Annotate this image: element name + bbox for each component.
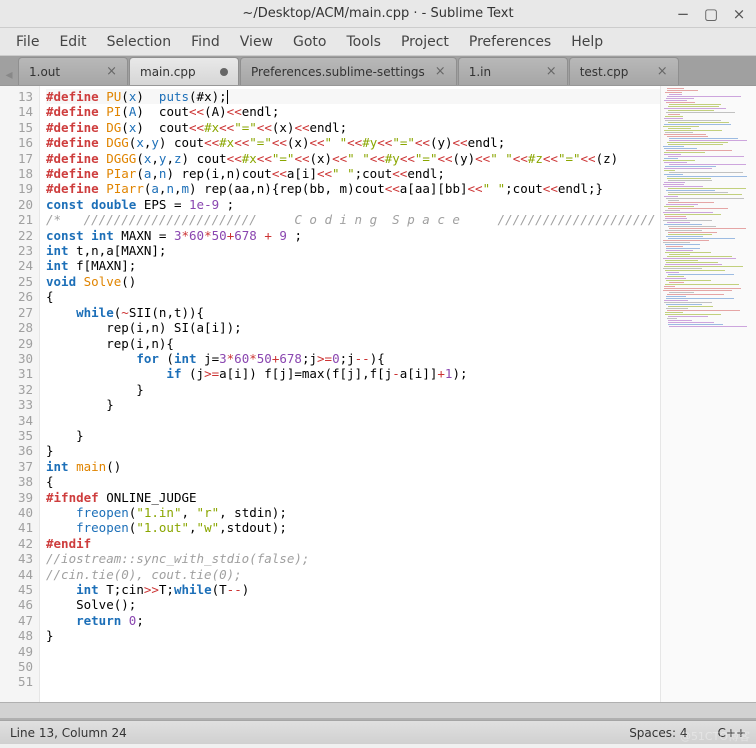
tab-label: 1.in (469, 65, 491, 79)
tab-label: test.cpp (580, 65, 629, 79)
code-line[interactable]: } (46, 397, 660, 412)
code-line[interactable]: } (46, 443, 660, 458)
tab-main-cpp[interactable]: main.cpp (129, 57, 239, 85)
code-line[interactable]: #ifndef ONLINE_JUDGE (46, 490, 660, 505)
code-line[interactable]: /* /////////////////////// C o d i n g S… (46, 212, 660, 227)
code-line[interactable]: for (int j=3*60*50+678;j>=0;j--){ (46, 351, 660, 366)
code-line[interactable]: int t,n,a[MAXN]; (46, 243, 660, 258)
statusbar: Line 13, Column 24 Spaces: 4 C++ @51CTO博… (0, 720, 756, 744)
editor: 1314151617181920212223242526272829303132… (0, 86, 756, 702)
menubar: FileEditSelectionFindViewGotoToolsProjec… (0, 28, 756, 56)
menu-item-goto[interactable]: Goto (285, 31, 334, 53)
tabbar: ◂ 1.out × main.cpp Preferences.sublime-sett… (0, 56, 756, 86)
code-line[interactable]: //cin.tie(0), cout.tie(0); (46, 567, 660, 582)
code-line[interactable]: { (46, 289, 660, 304)
code-line[interactable]: } (46, 382, 660, 397)
code-line[interactable] (46, 659, 660, 674)
menu-item-preferences[interactable]: Preferences (461, 31, 559, 53)
minimize-button[interactable]: − (676, 7, 690, 21)
close-tab-icon[interactable]: × (546, 64, 557, 79)
titlebar: ~/Desktop/ACM/main.cpp · - Sublime Text … (0, 0, 756, 28)
code-line[interactable]: rep(i,n){ (46, 336, 660, 351)
horizontal-scrollbar[interactable] (0, 702, 756, 718)
menu-item-tools[interactable]: Tools (338, 31, 389, 53)
code-line[interactable]: #define PU(x) puts(#x); (46, 89, 660, 104)
maximize-button[interactable]: ▢ (704, 7, 718, 21)
tab-label: 1.out (29, 65, 60, 79)
code-line[interactable] (46, 413, 660, 428)
code-line[interactable]: //iostream::sync_with_stdio(false); (46, 551, 660, 566)
code-line[interactable]: void Solve() (46, 274, 660, 289)
code-line[interactable] (46, 644, 660, 659)
code-line[interactable]: const int MAXN = 3*60*50+678 + 9 ; (46, 228, 660, 243)
code-area[interactable]: #define PU(x) puts(#x);#define PI(A) cou… (40, 86, 660, 702)
code-line[interactable]: const double EPS = 1e-9 ; (46, 197, 660, 212)
tab-test-cpp[interactable]: test.cpp × (569, 57, 679, 85)
code-line[interactable]: } (46, 628, 660, 643)
code-line[interactable]: Solve(); (46, 597, 660, 612)
window-title: ~/Desktop/ACM/main.cpp · - Sublime Text (0, 6, 756, 21)
tab-label: Preferences.sublime-settings (251, 65, 425, 79)
code-line[interactable] (46, 674, 660, 689)
code-line[interactable]: #define PIarr(a,n,m) rep(aa,n){rep(bb, m… (46, 181, 660, 196)
menu-item-help[interactable]: Help (563, 31, 611, 53)
code-line[interactable]: while(~SII(n,t)){ (46, 305, 660, 320)
code-line[interactable]: #define DGG(x,y) cout<<#x<<"="<<(x)<<" "… (46, 135, 660, 150)
dirty-indicator-icon (220, 68, 228, 76)
code-line[interactable]: freopen("1.out","w",stdout); (46, 520, 660, 535)
tab-1-out[interactable]: 1.out × (18, 57, 128, 85)
code-line[interactable]: if (j>=a[i]) f[j]=max(f[j],f[j-a[i]]+1); (46, 366, 660, 381)
menu-item-project[interactable]: Project (393, 31, 457, 53)
watermark: @51CTO博客 (680, 728, 750, 744)
tab-label: main.cpp (140, 65, 196, 79)
close-tab-icon[interactable]: × (106, 64, 117, 79)
status-indent[interactable]: Spaces: 4 (629, 726, 687, 740)
minimap[interactable] (660, 86, 756, 702)
code-line[interactable]: return 0; (46, 613, 660, 628)
code-line[interactable]: #define DG(x) cout<<#x<<"="<<(x)<<endl; (46, 120, 660, 135)
code-line[interactable]: int main() (46, 459, 660, 474)
close-tab-icon[interactable]: × (435, 64, 446, 79)
close-tab-icon[interactable]: × (657, 64, 668, 79)
code-line[interactable]: #define DGGG(x,y,z) cout<<#x<<"="<<(x)<<… (46, 151, 660, 166)
menu-item-find[interactable]: Find (183, 31, 228, 53)
status-position: Line 13, Column 24 (10, 726, 127, 740)
code-line[interactable]: #define PI(A) cout<<(A)<<endl; (46, 104, 660, 119)
tab-back-icon[interactable]: ◂ (0, 65, 18, 85)
window-controls: − ▢ × (676, 7, 756, 21)
menu-item-selection[interactable]: Selection (99, 31, 180, 53)
close-button[interactable]: × (732, 7, 746, 21)
code-line[interactable]: rep(i,n) SI(a[i]); (46, 320, 660, 335)
menu-item-file[interactable]: File (8, 31, 47, 53)
code-line[interactable]: freopen("1.in", "r", stdin); (46, 505, 660, 520)
code-line[interactable]: #define PIar(a,n) rep(i,n)cout<<a[i]<<" … (46, 166, 660, 181)
tab-1-in[interactable]: 1.in × (458, 57, 568, 85)
tab-Preferences-sublime-settings[interactable]: Preferences.sublime-settings × (240, 57, 457, 85)
code-line[interactable]: int f[MAXN]; (46, 258, 660, 273)
code-line[interactable]: #endif (46, 536, 660, 551)
code-line[interactable]: int T;cin>>T;while(T--) (46, 582, 660, 597)
menu-item-view[interactable]: View (232, 31, 281, 53)
menu-item-edit[interactable]: Edit (51, 31, 94, 53)
gutter: 1314151617181920212223242526272829303132… (0, 86, 40, 702)
code-line[interactable]: } (46, 428, 660, 443)
code-line[interactable]: { (46, 474, 660, 489)
